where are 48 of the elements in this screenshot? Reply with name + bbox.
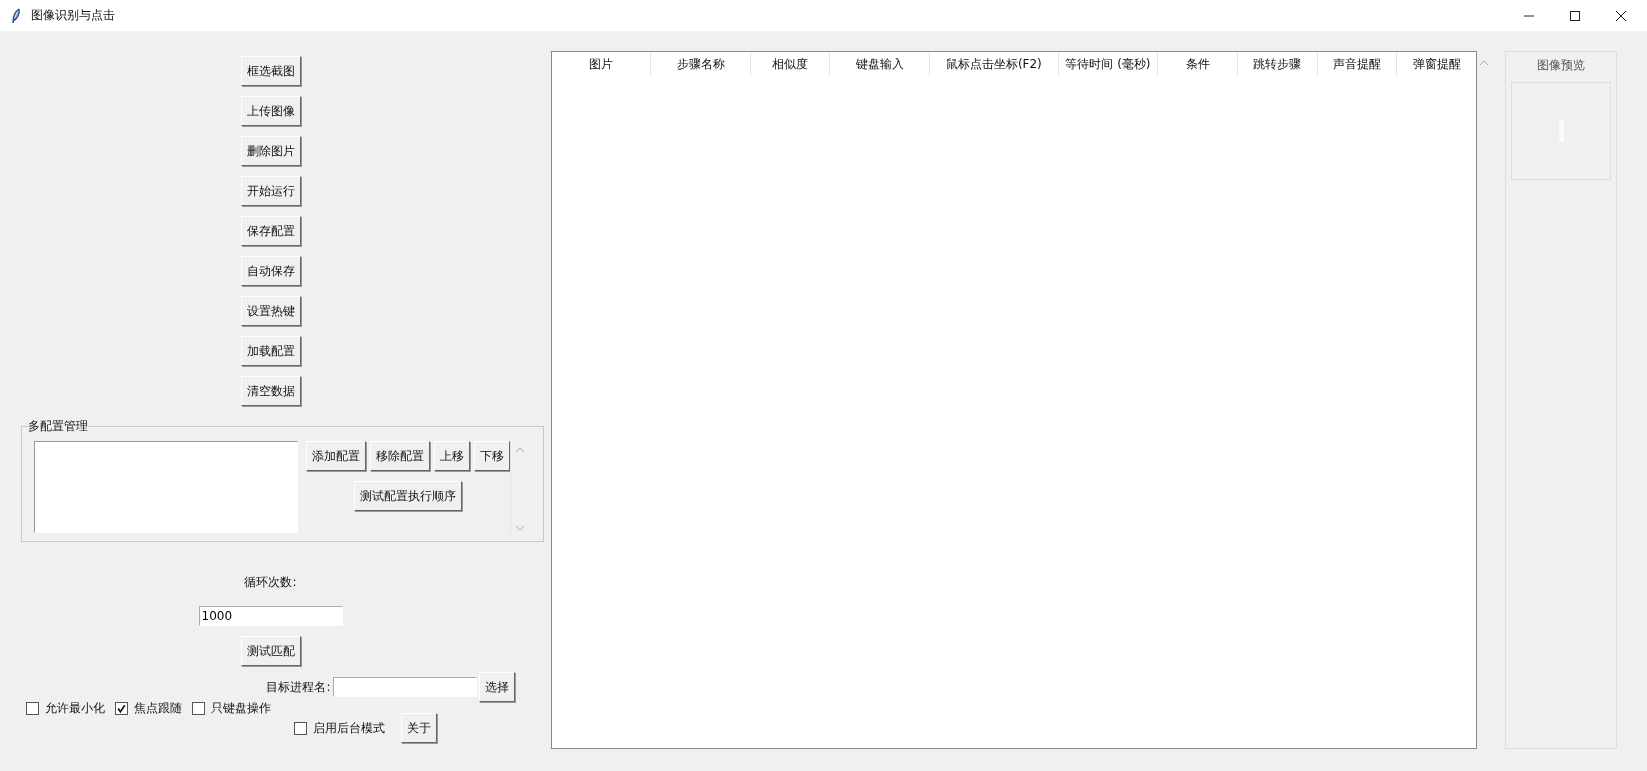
action-button[interactable]: 框选截图: [240, 56, 301, 86]
scroll-down-icon[interactable]: [515, 525, 525, 531]
checkbox[interactable]: [192, 702, 205, 715]
config-button[interactable]: 下移: [474, 441, 510, 471]
column-header[interactable]: 鼠标点击坐标(F2): [929, 52, 1059, 76]
target-process-label: 目标进程名:: [266, 678, 331, 696]
action-button[interactable]: 删除图片: [240, 136, 301, 166]
group-title: 多配置管理: [28, 418, 88, 435]
checkbox-label: 焦点跟随: [134, 700, 182, 717]
maximize-icon[interactable]: [1569, 9, 1581, 22]
action-button[interactable]: 设置热键: [240, 296, 301, 326]
scroll-up-icon[interactable]: [515, 447, 525, 453]
close-icon[interactable]: [1615, 9, 1627, 22]
checkbox-label: 只键盘操作: [211, 700, 271, 717]
action-button[interactable]: 加载配置: [240, 336, 301, 366]
about-button[interactable]: 关于: [401, 713, 437, 743]
action-button[interactable]: 保存配置: [240, 216, 301, 246]
window-title: 图像识别与点击: [31, 7, 115, 24]
column-header[interactable]: 条件: [1158, 52, 1238, 76]
column-header[interactable]: 相似度: [750, 52, 831, 76]
column-header[interactable]: 声音提醒: [1317, 52, 1398, 76]
column-header[interactable]: 步骤名称: [651, 52, 751, 76]
config-button[interactable]: 上移: [434, 441, 470, 471]
test-match-button[interactable]: 测试匹配: [240, 636, 301, 666]
checkbox-label: 允许最小化: [45, 700, 105, 717]
config-button[interactable]: 移除配置: [370, 441, 430, 471]
checkbox[interactable]: [115, 702, 128, 715]
select-button[interactable]: 选择: [478, 672, 515, 702]
test-order-button[interactable]: 测试配置执行顺序: [354, 481, 462, 511]
action-button[interactable]: 自动保存: [240, 256, 301, 286]
loop-count-label: 循环次数:: [244, 574, 297, 591]
checkbox[interactable]: [26, 702, 39, 715]
column-header[interactable]: 等待时间 (毫秒): [1058, 52, 1159, 76]
action-button[interactable]: 上传图像: [240, 96, 301, 126]
column-header[interactable]: 弹窗提醒: [1397, 52, 1476, 76]
action-button[interactable]: 开始运行: [240, 176, 301, 206]
checkbox[interactable]: [294, 721, 307, 735]
process-name-field[interactable]: [332, 677, 477, 697]
preview-title: 图像预览: [1537, 57, 1585, 74]
config-button[interactable]: 添加配置: [306, 441, 366, 471]
column-header[interactable]: 图片: [552, 52, 652, 76]
column-header[interactable]: 键盘输入: [830, 52, 930, 76]
scroll-up-icon[interactable]: [1479, 60, 1489, 66]
loop-count-field[interactable]: 1000: [198, 606, 343, 626]
checkbox-label: 启用后台模式: [313, 719, 385, 737]
action-button[interactable]: 清空数据: [240, 376, 301, 406]
feather-icon: [11, 7, 21, 24]
column-header[interactable]: 跳转步骤: [1237, 52, 1318, 76]
